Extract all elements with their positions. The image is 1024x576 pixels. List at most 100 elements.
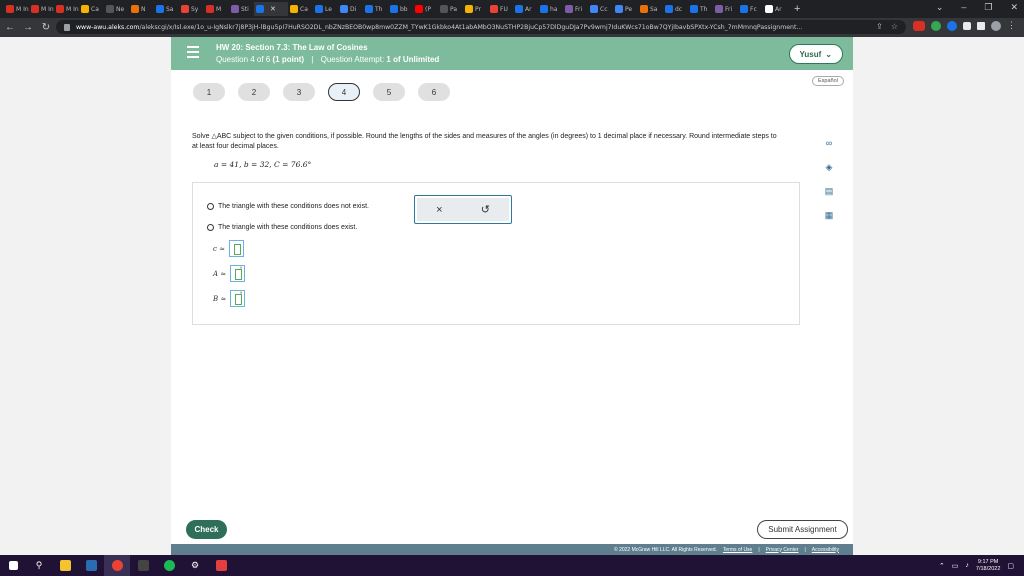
browser-tab[interactable]: Ca (79, 2, 104, 16)
input-angle-b[interactable]: ° (230, 290, 246, 307)
browser-tab[interactable]: ha (538, 2, 563, 16)
browser-tab[interactable]: (P (413, 2, 438, 16)
tab-favicon-icon (515, 5, 523, 13)
check-button[interactable]: Check (186, 520, 227, 539)
file-explorer-icon[interactable] (52, 555, 78, 576)
tab-title: Ca (91, 5, 99, 13)
browser-tab[interactable]: Th (688, 2, 713, 16)
input-c[interactable] (229, 240, 245, 257)
address-bar[interactable]: www-awu.aleks.com/alekscgi/x/Isl.exe/1o_… (56, 20, 906, 34)
extension-green-icon[interactable] (931, 20, 941, 31)
radio-not-exist[interactable] (207, 203, 214, 210)
browser-tab[interactable]: Fri (563, 2, 588, 16)
browser-tab[interactable]: Cc (588, 2, 613, 16)
browser-tab[interactable]: Sa (154, 2, 179, 16)
tray-chevron-icon[interactable]: ⌃ (939, 562, 945, 570)
network-icon[interactable]: ▭ (952, 562, 959, 570)
tab-favicon-icon (440, 5, 448, 13)
chevron-down-icon[interactable]: ⌄ (936, 2, 944, 13)
tab-title: Th (700, 5, 708, 13)
bookmark-star-icon[interactable]: ☆ (891, 22, 898, 31)
question-nav-button[interactable]: 4 (328, 83, 360, 101)
browser-tab[interactable]: Le (313, 2, 338, 16)
menu-icon[interactable] (187, 46, 199, 60)
browser-tab[interactable]: ✕ (254, 2, 288, 16)
clock-date: 7/18/2022 (975, 565, 1001, 572)
notification-icon[interactable]: ▢ (1007, 562, 1014, 570)
system-clock[interactable]: 9:17 PM 7/18/2022 (976, 559, 1000, 573)
clear-button[interactable]: × (436, 204, 442, 216)
undo-button[interactable]: ↺ (481, 203, 490, 216)
spotify-icon[interactable] (156, 555, 182, 576)
extensions-puzzle-icon[interactable] (963, 21, 971, 30)
browser-tab[interactable]: FU (488, 2, 513, 16)
user-menu-button[interactable]: Yusuf ⌄ (788, 44, 843, 64)
back-button[interactable]: ← (2, 22, 18, 33)
browser-tab[interactable]: Fc (738, 2, 763, 16)
browser-tab[interactable]: M Ini (29, 2, 54, 16)
close-window-button[interactable]: ✕ (1010, 2, 1018, 13)
tab-favicon-icon (465, 5, 473, 13)
browser-tab[interactable]: M (204, 2, 229, 16)
hint-icon[interactable]: ◈ (822, 160, 836, 174)
accessibility-link[interactable]: Accessibility (812, 547, 839, 553)
question-nav-button[interactable]: 6 (418, 83, 450, 101)
omnibox-icons: ⇪ ☆ (876, 22, 898, 31)
language-toggle[interactable]: Español (812, 76, 844, 86)
calculator-icon[interactable]: ▦ (822, 208, 836, 222)
browser-tab[interactable]: Ne (104, 2, 129, 16)
browser-tab[interactable]: N (129, 2, 154, 16)
share-icon[interactable]: ⇪ (876, 22, 883, 31)
question-navigation: 123456 (193, 83, 450, 101)
app-red-icon[interactable] (208, 555, 234, 576)
privacy-link[interactable]: Privacy Center (766, 547, 799, 553)
question-nav-button[interactable]: 1 (193, 83, 225, 101)
browser-tab[interactable]: M Ini (4, 2, 29, 16)
browser-tab[interactable]: Ar (513, 2, 538, 16)
browser-tab[interactable]: Sy (179, 2, 204, 16)
restore-button[interactable]: ❐ (984, 2, 992, 13)
browser-tab[interactable]: Pr (463, 2, 488, 16)
chrome-icon[interactable] (104, 555, 130, 576)
browser-tab[interactable]: Pe (613, 2, 638, 16)
browser-tab[interactable]: dc (663, 2, 688, 16)
store-icon[interactable] (78, 555, 104, 576)
browser-tab[interactable]: Ar (763, 2, 788, 16)
search-icon[interactable]: ⚲ (26, 555, 52, 576)
option-not-exist[interactable]: The triangle with these conditions does … (207, 203, 369, 210)
extension-blue-icon[interactable] (947, 20, 957, 31)
volume-icon[interactable]: ♪ (965, 562, 969, 569)
question-nav-button[interactable]: 2 (238, 83, 270, 101)
browser-tab[interactable]: Pa (438, 2, 463, 16)
url-text: www-awu.aleks.com/alekscgi/x/Isl.exe/1o_… (76, 24, 856, 31)
browser-tab[interactable]: Sti (229, 2, 254, 16)
forward-button[interactable]: → (20, 22, 36, 33)
tab-close-icon[interactable]: ✕ (270, 5, 276, 13)
browser-tab[interactable]: Sa (638, 2, 663, 16)
browser-tab[interactable]: Fri (713, 2, 738, 16)
new-tab-button[interactable]: + (794, 3, 800, 15)
browser-menu-icon[interactable]: ⋮ (1007, 20, 1016, 31)
windows-start-icon[interactable] (0, 555, 26, 576)
browser-tab[interactable]: bb (388, 2, 413, 16)
question-nav-button[interactable]: 5 (373, 83, 405, 101)
minimize-button[interactable]: – (961, 2, 966, 13)
extension-abp-icon[interactable] (913, 20, 925, 31)
sidepanel-icon[interactable] (977, 21, 985, 30)
radio-exists[interactable] (207, 224, 214, 231)
app-v-icon[interactable] (130, 555, 156, 576)
browser-tab[interactable]: Ca (288, 2, 313, 16)
ebook-icon[interactable]: ▤ (822, 184, 836, 198)
settings-gear-icon[interactable]: ⚙ (182, 555, 208, 576)
browser-tab[interactable]: M Inl (54, 2, 79, 16)
reload-button[interactable]: ↻ (38, 22, 54, 33)
terms-link[interactable]: Terms of Use (723, 547, 752, 553)
link-icon[interactable]: ∞ (822, 136, 836, 150)
input-angle-a[interactable]: ° (230, 265, 246, 282)
option-exists[interactable]: The triangle with these conditions does … (207, 224, 357, 231)
browser-tab[interactable]: Di (338, 2, 363, 16)
submit-assignment-button[interactable]: Submit Assignment (757, 520, 848, 539)
question-nav-button[interactable]: 3 (283, 83, 315, 101)
browser-tab[interactable]: Th (363, 2, 388, 16)
profile-avatar[interactable] (991, 20, 1001, 31)
